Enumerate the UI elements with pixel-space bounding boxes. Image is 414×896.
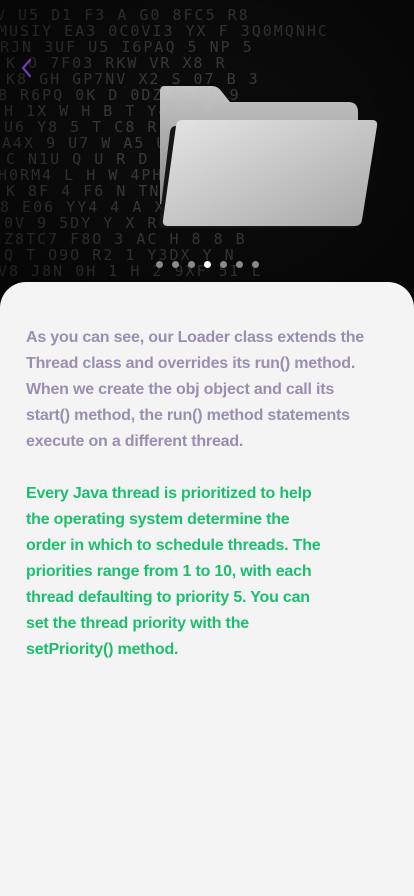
page-dot-7[interactable] (251, 261, 259, 268)
page-dot-1[interactable] (155, 261, 163, 268)
page-dot-4[interactable] (203, 261, 211, 268)
back-button[interactable] (12, 54, 40, 82)
page-dot-3[interactable] (187, 261, 195, 268)
page-dot-6[interactable] (235, 261, 243, 268)
page-dot-5[interactable] (219, 261, 227, 268)
page-dot-2[interactable] (171, 261, 179, 268)
chevron-left-icon (21, 58, 32, 78)
folder-icon (158, 86, 378, 228)
highlight-paragraph: Every Java thread is prioritized to help… (26, 485, 321, 658)
hero-image: V U5 D1 F3 A G0 8FC5 R8 MUSIY EA3 0C0VI3… (0, 0, 414, 310)
content-card: As you can see, our Loader class extends… (0, 282, 414, 896)
page-indicator (0, 261, 414, 268)
explanation-paragraph: As you can see, our Loader class extends… (26, 329, 364, 450)
